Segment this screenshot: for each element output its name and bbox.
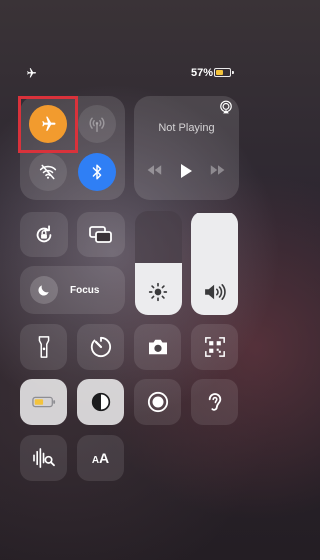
- play-icon[interactable]: [180, 164, 192, 178]
- cellular-antenna-icon: [89, 117, 105, 133]
- hearing-icon: [208, 393, 221, 411]
- hearing-button[interactable]: [191, 379, 238, 425]
- qr-scanner-icon: [204, 337, 225, 357]
- battery-icon: [214, 68, 231, 77]
- low-power-mode-icon: [31, 396, 55, 408]
- speaker-icon: [205, 283, 226, 301]
- fast-forward-icon[interactable]: [210, 165, 226, 175]
- timer-button[interactable]: [77, 324, 124, 370]
- screen-mirroring-button[interactable]: [77, 212, 125, 257]
- screen-recording-icon: [147, 391, 168, 413]
- camera-icon: [148, 339, 167, 355]
- screen-recording-button[interactable]: [134, 379, 181, 425]
- rotation-lock-icon: [36, 224, 52, 242]
- flashlight-button[interactable]: [20, 324, 67, 370]
- screen-mirroring-icon: [89, 225, 112, 243]
- text-size-icon: AA: [91, 450, 110, 466]
- now-playing-title: Not Playing: [158, 122, 215, 134]
- battery-percentage: 57%: [191, 67, 214, 79]
- bluetooth-button[interactable]: [78, 153, 116, 191]
- qr-scanner-button[interactable]: [191, 324, 238, 370]
- camera-button[interactable]: [134, 324, 181, 370]
- moon-icon: [38, 285, 49, 296]
- dark-mode-button[interactable]: [77, 379, 124, 425]
- battery-tip: [232, 71, 234, 74]
- wifi-off-icon: [39, 164, 57, 180]
- cellular-data-button[interactable]: [78, 105, 116, 143]
- wifi-button[interactable]: [29, 153, 67, 191]
- airplane-icon: [27, 68, 36, 78]
- flashlight-icon: [38, 336, 49, 358]
- timer-icon: [90, 336, 111, 358]
- bluetooth-icon: [92, 164, 102, 180]
- sound-recognition-icon: [32, 448, 55, 468]
- focus-label: Focus: [70, 285, 100, 296]
- battery-level-fill: [216, 70, 224, 75]
- sound-recognition-button[interactable]: [20, 435, 67, 481]
- rewind-icon[interactable]: [146, 165, 162, 175]
- sun-icon: [148, 282, 168, 302]
- text-size-button[interactable]: AA: [77, 435, 124, 481]
- dark-mode-icon: [91, 392, 110, 412]
- rotation-lock-button[interactable]: [20, 212, 68, 257]
- focus-moon-circle: [30, 276, 58, 304]
- highlight-box: [18, 96, 78, 153]
- airplay-icon[interactable]: [219, 100, 233, 114]
- low-power-mode-button[interactable]: [20, 379, 67, 425]
